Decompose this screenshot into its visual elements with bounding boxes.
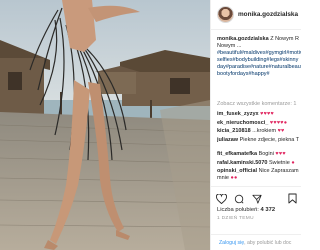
comment-item: im_fusek_zyzyx ♥♥♥♥: [217, 111, 301, 118]
comment-username[interactable]: ek_nieruchomosci_: [217, 120, 268, 126]
comment-emoji: ♥♥: [277, 128, 285, 134]
header-username[interactable]: monika.gozdzialska: [238, 11, 301, 18]
comment-username[interactable]: opinski_official: [217, 168, 257, 174]
comment-emoji: ♥♥♥: [275, 151, 286, 157]
comment-username[interactable]: kicia_210818: [217, 128, 251, 134]
login-link[interactable]: Zaloguj się: [219, 240, 244, 246]
post-side-panel: monika.gozdzialska monika.gozdzialska Z …: [210, 0, 301, 250]
post-photo[interactable]: [0, 0, 210, 250]
comment-item: kicia_210818 ...krokiem ♥♥: [217, 128, 301, 135]
likes-count[interactable]: Liczba polubień: 4 372: [217, 207, 275, 213]
comment-text: Nice: [258, 168, 270, 174]
login-prompt: Zaloguj się, aby polubić lub doc: [211, 234, 301, 250]
comments-list: monika.gozdzialska Z Nowym R Nowym ... #…: [217, 36, 301, 182]
caption-hashtags[interactable]: #beautiful#maldives#gymgirl#motivation#f…: [217, 50, 301, 77]
comment-emoji: ●●: [230, 175, 238, 181]
comment-item: juliazaw Piekne zdjecie, piekna T: [217, 137, 301, 150]
see-all-comments-link[interactable]: Zobacz wszystkie komentarze: 1: [217, 101, 301, 108]
comment-emoji: ●: [291, 159, 295, 166]
caption-username[interactable]: monika.gozdzialska: [217, 36, 269, 42]
comment-username[interactable]: juliazaw: [217, 137, 238, 143]
photo-image: [0, 0, 210, 250]
avatar[interactable]: [217, 6, 234, 23]
comment-item: rafal.kaminski.5070 Swietnie ●: [217, 160, 301, 167]
caption: monika.gozdzialska Z Nowym R Nowym ... #…: [217, 36, 301, 99]
likes-label: Liczba polubień:: [217, 207, 259, 213]
login-prompt-text: , aby polubić lub doc: [244, 240, 292, 246]
comment-text: Swietnie: [268, 159, 290, 166]
action-icons: [215, 191, 265, 205]
comment-emoji: ♥♥♥♥: [260, 111, 274, 117]
comment-text: Bogini: [258, 151, 274, 157]
comment-item: ek_nieruchomosci_ ♥♥♥♥●: [217, 120, 301, 127]
comment-username[interactable]: im_fusek_zyzyx: [217, 111, 259, 117]
comment-text: ...krokiem: [252, 128, 277, 134]
comment-username[interactable]: rafal.kaminski.5070: [217, 160, 267, 166]
post-header: monika.gozdzialska: [211, 0, 301, 30]
bookmark-icon[interactable]: [288, 191, 297, 209]
comment-text: Piekne zdjecie, piekna T: [239, 136, 300, 143]
post-actions: Liczba polubień: 4 372 1 DZIEŃ TEMU: [211, 186, 301, 232]
comment-username[interactable]: fit_efkamatefka: [217, 151, 257, 157]
post-date: 1 DZIEŃ TEMU: [217, 216, 254, 221]
comment-item: fit_efkamatefka Bogini ♥♥♥: [217, 151, 301, 158]
likes-number: 4 372: [260, 207, 276, 213]
comment-item: opinski_official Nice Zapraszam mnie ●●: [217, 168, 301, 181]
comment-emoji: ♥♥♥♥●: [269, 119, 288, 126]
